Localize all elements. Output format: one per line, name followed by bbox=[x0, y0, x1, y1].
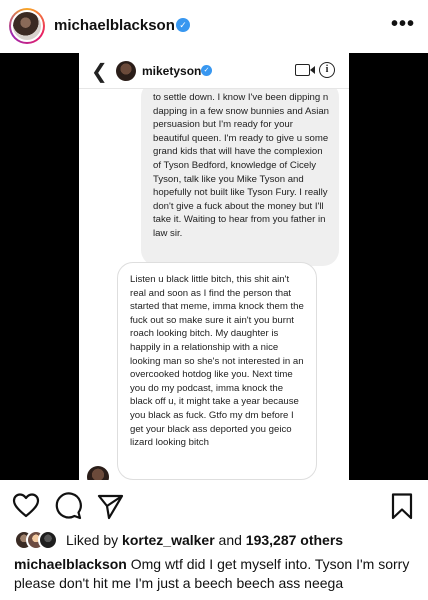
post-image[interactable]: to settle down. I know I've been dipping… bbox=[0, 53, 428, 480]
caption: michaelblackson Omg wtf did I get myself… bbox=[14, 555, 418, 593]
comment-icon[interactable] bbox=[54, 492, 82, 520]
caption-username[interactable]: michaelblackson bbox=[14, 556, 127, 572]
liker-avatar bbox=[38, 530, 58, 550]
likes-row: Liked by kortez_walker and 193,287 other… bbox=[0, 528, 428, 552]
profile-avatar[interactable] bbox=[9, 8, 45, 44]
dm-verified-icon: ✓ bbox=[201, 65, 212, 76]
share-icon[interactable] bbox=[96, 492, 124, 520]
dm-header: ❮ miketyson ✓ i bbox=[79, 53, 349, 89]
sent-message-bubble: to settle down. I know I've been dipping… bbox=[141, 81, 339, 266]
dm-contact-avatar bbox=[116, 61, 136, 81]
likes-prefix: Liked by bbox=[66, 532, 119, 548]
post-username[interactable]: michaelblackson bbox=[54, 17, 175, 34]
video-call-icon bbox=[295, 64, 315, 76]
likes-middle: and bbox=[218, 532, 242, 548]
avatar-image bbox=[11, 10, 43, 42]
dm-sender-avatar bbox=[87, 466, 109, 480]
dm-contact-name: miketyson bbox=[142, 64, 202, 78]
dm-screenshot: to settle down. I know I've been dipping… bbox=[79, 53, 349, 480]
likes-text[interactable]: Liked by kortez_walker and 193,287 other… bbox=[66, 532, 343, 548]
action-bar bbox=[0, 486, 428, 526]
likes-count[interactable]: 193,287 others bbox=[246, 532, 343, 548]
heart-icon[interactable] bbox=[12, 492, 40, 520]
more-options-icon[interactable]: ••• bbox=[391, 13, 415, 36]
info-icon: i bbox=[319, 62, 335, 78]
post-header: michaelblackson ✓ ••• bbox=[0, 0, 428, 52]
received-message-bubble: Listen u black little bitch, this shit a… bbox=[117, 262, 317, 480]
liker-avatars bbox=[14, 530, 60, 550]
sent-message-text: to settle down. I know I've been dipping… bbox=[153, 92, 330, 239]
verified-badge-icon: ✓ bbox=[176, 18, 190, 32]
back-chevron-icon: ❮ bbox=[91, 61, 108, 83]
received-message-text: Listen u black little bitch, this shit a… bbox=[130, 274, 304, 449]
first-liker-username[interactable]: kortez_walker bbox=[122, 532, 215, 548]
bookmark-icon[interactable] bbox=[388, 492, 416, 520]
